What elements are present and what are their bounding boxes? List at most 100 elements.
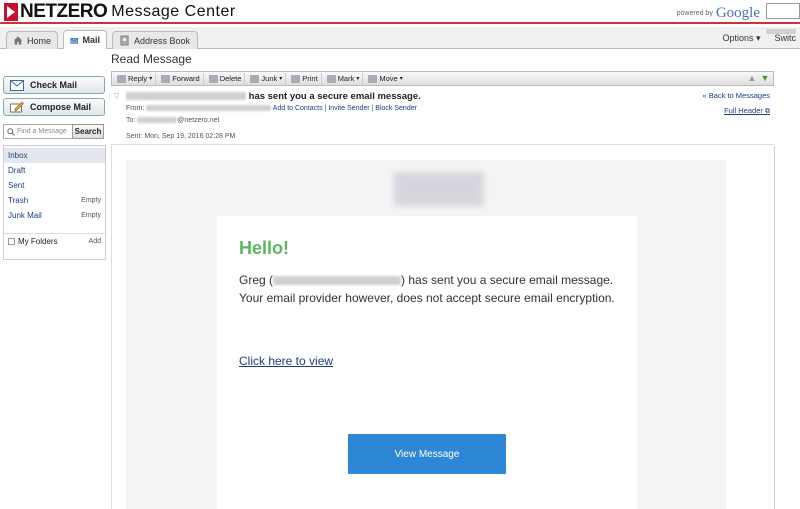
reply-label: Reply bbox=[128, 74, 148, 83]
tab-address-book-label: Address Book bbox=[134, 35, 191, 46]
mark-button[interactable]: Mark ▾ bbox=[324, 72, 364, 85]
search-icon bbox=[7, 127, 15, 136]
my-folders-label: My Folders bbox=[18, 237, 58, 246]
forward-label: Forward bbox=[172, 74, 200, 83]
product-name: Message Center bbox=[111, 3, 236, 20]
brand-name: NETZERO bbox=[20, 1, 108, 22]
email-message: Greg () has sent you a secure email mess… bbox=[239, 271, 619, 307]
folder-label: Trash bbox=[8, 196, 29, 205]
empty-trash-link[interactable]: Empty bbox=[81, 197, 101, 204]
search-button[interactable]: Search bbox=[72, 124, 104, 139]
folder-trash[interactable]: Trash Empty bbox=[4, 193, 105, 208]
move-button[interactable]: Move ▾ bbox=[365, 73, 405, 85]
folder-sent[interactable]: Sent bbox=[4, 178, 105, 193]
email-greeting: Hello! bbox=[239, 238, 290, 258]
check-mail-button[interactable]: Check Mail bbox=[3, 76, 105, 94]
sent-label: Sent: bbox=[126, 133, 143, 140]
to-row: To: @netzero.net bbox=[126, 117, 219, 124]
click-here-to-view-link[interactable]: Click here to view bbox=[239, 354, 333, 368]
move-label: Move bbox=[379, 74, 398, 83]
from-row: From: Add to Contacts | Invite Sender | … bbox=[126, 105, 417, 112]
folder-list: Inbox Draft Sent Trash Empty Junk Mail E… bbox=[3, 145, 106, 260]
find-message-input[interactable]: Find a Message bbox=[3, 124, 73, 139]
google-logo: Google bbox=[715, 5, 760, 21]
sender-email-redacted bbox=[126, 92, 246, 101]
tab-bar: Home Mail Address Book bbox=[0, 27, 800, 49]
print-label: Print bbox=[302, 74, 318, 83]
to-domain: @netzero.net bbox=[177, 117, 220, 124]
folder-draft[interactable]: Draft bbox=[4, 163, 105, 178]
message-nav-arrows: ▲ ▼ bbox=[747, 72, 770, 84]
full-header-link[interactable]: Full Header ⧉ bbox=[724, 106, 770, 116]
compose-mail-button[interactable]: Compose Mail bbox=[3, 98, 105, 116]
reply-button[interactable]: Reply ▾ bbox=[114, 72, 157, 85]
message-subject: has sent you a secure email message. bbox=[126, 91, 421, 102]
find-message-placeholder: Find a Message bbox=[17, 128, 67, 135]
forward-button[interactable]: Forward bbox=[158, 72, 204, 85]
email-card: Hello! Greg () has sent you a secure ema… bbox=[217, 216, 637, 509]
move-icon bbox=[368, 74, 378, 83]
my-folders-toggle[interactable]: My Folders bbox=[8, 237, 58, 246]
invite-sender-link[interactable]: Invite Sender bbox=[328, 105, 369, 112]
message-toolbar: Reply ▾ Forward Delete Junk ▾ Print Mark ▾ … bbox=[111, 71, 774, 86]
dropdown-arrow-icon: ▾ bbox=[399, 76, 403, 82]
back-to-messages-link[interactable]: « Back to Messages bbox=[702, 91, 770, 100]
compose-mail-label: Compose Mail bbox=[30, 102, 92, 112]
sender-logo-redacted bbox=[394, 172, 484, 206]
junk-button[interactable]: Junk ▾ bbox=[247, 72, 287, 85]
check-mail-label: Check Mail bbox=[30, 80, 78, 90]
expand-box-icon bbox=[8, 238, 15, 245]
my-folders-row: My Folders Add bbox=[4, 233, 105, 249]
sent-row: Sent: Mon, Sep 19, 2016 02:28 PM bbox=[126, 133, 235, 140]
dropdown-arrow-icon: ▾ bbox=[279, 76, 283, 82]
add-to-contacts-link[interactable]: Add to Contacts bbox=[273, 105, 323, 112]
reply-icon bbox=[117, 74, 126, 83]
folder-label: Junk Mail bbox=[8, 211, 42, 220]
folder-inbox[interactable]: Inbox bbox=[4, 148, 105, 163]
empty-junk-link[interactable]: Empty bbox=[81, 212, 101, 219]
delete-button[interactable]: Delete bbox=[206, 72, 246, 85]
switch-link[interactable]: Switc bbox=[774, 33, 796, 44]
powered-by-text: powered by bbox=[676, 10, 713, 17]
top-right-links: Options ▾ Switc bbox=[722, 33, 796, 44]
options-menu[interactable]: Options ▾ bbox=[722, 33, 760, 44]
from-address-redacted bbox=[146, 105, 272, 112]
tab-home[interactable]: Home bbox=[6, 31, 58, 49]
forward-icon bbox=[161, 74, 171, 83]
sent-date: Mon, Sep 19, 2016 02:28 PM bbox=[144, 133, 236, 140]
subject-text: has sent you a secure email message. bbox=[248, 91, 421, 102]
mark-icon bbox=[326, 74, 336, 83]
sidebar: Check Mail Compose Mail Find a Message S… bbox=[0, 71, 108, 509]
netzero-logo-icon bbox=[4, 3, 18, 21]
scrollbar[interactable] bbox=[774, 146, 800, 509]
tab-address-book[interactable]: Address Book bbox=[112, 31, 198, 49]
block-sender-link[interactable]: Block Sender bbox=[375, 105, 417, 112]
print-button[interactable]: Print bbox=[288, 72, 322, 85]
add-folder-link[interactable]: Add bbox=[89, 238, 101, 245]
netzero-logo[interactable]: NETZERO Message Center bbox=[4, 1, 236, 22]
previous-message-arrow-icon[interactable]: ▲ bbox=[747, 72, 757, 84]
message-header: ▽ has sent you a secure email message. F… bbox=[111, 87, 774, 145]
home-icon bbox=[13, 36, 23, 45]
collapse-header-icon[interactable]: ▽ bbox=[114, 92, 119, 100]
folder-label: Inbox bbox=[8, 151, 28, 160]
folder-junk-mail[interactable]: Junk Mail Empty bbox=[4, 208, 105, 223]
dropdown-arrow-icon: ▾ bbox=[149, 76, 153, 82]
tab-mail[interactable]: Mail bbox=[63, 30, 107, 49]
to-address-redacted bbox=[137, 117, 178, 124]
external-window-icon: ⧉ bbox=[765, 108, 770, 115]
view-message-button[interactable]: View Message bbox=[348, 434, 506, 474]
delete-icon bbox=[208, 74, 218, 83]
top-search-input[interactable] bbox=[766, 3, 800, 19]
main-panel: Read Message Reply ▾ Forward Delete Junk ▾… bbox=[111, 49, 800, 509]
full-header-label: Full Header bbox=[724, 106, 763, 115]
next-message-arrow-icon[interactable]: ▼ bbox=[760, 72, 770, 84]
junk-label: Junk bbox=[261, 74, 278, 83]
dropdown-arrow-icon: ▾ bbox=[356, 76, 360, 82]
from-label: From: bbox=[126, 105, 145, 112]
address-book-icon bbox=[120, 35, 129, 46]
mark-label: Mark bbox=[337, 74, 355, 83]
message-body: Hello! Greg () has sent you a secure ema… bbox=[111, 146, 774, 509]
compose-pencil-icon bbox=[10, 101, 24, 113]
email-background: Hello! Greg () has sent you a secure ema… bbox=[126, 160, 726, 509]
